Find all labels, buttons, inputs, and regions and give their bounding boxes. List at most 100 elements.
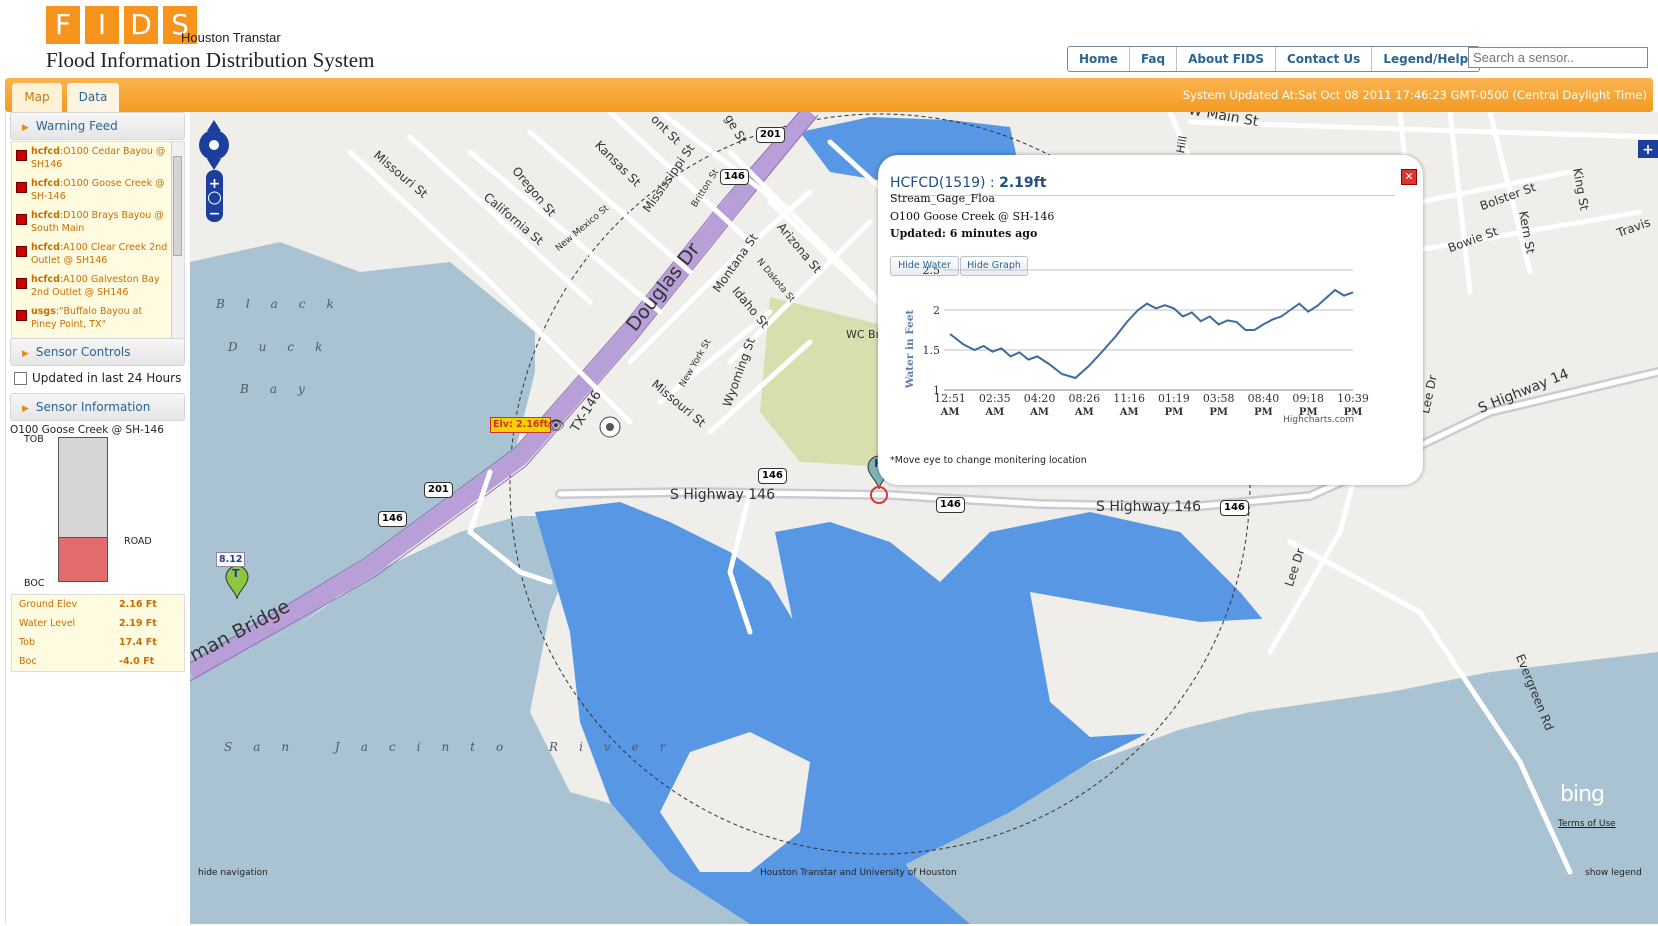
marker-t-value: 8.12	[216, 552, 246, 567]
chart-x-tick-period: PM	[1209, 407, 1228, 418]
warning-item[interactable]: usgs:"Buffalo Bayou at Piney Point, TX"	[12, 302, 184, 334]
route-shield-146: 146	[378, 511, 407, 527]
show-legend-link[interactable]: show legend	[1585, 868, 1642, 878]
nav-home-link[interactable]: Home	[1068, 47, 1130, 71]
chart-y-tick-label: 2	[933, 304, 940, 317]
tab-data[interactable]: Data	[67, 83, 119, 112]
sensor-info-row: Ground Elev 2.16 Ft	[12, 595, 184, 614]
warning-item[interactable]: hcfcd:D100 Brays Bayou @ South Main	[12, 206, 184, 238]
warning-text: hcfcd:A100 Galveston Bay 2nd Outlet @ SH…	[31, 273, 170, 299]
search-input[interactable]	[1468, 47, 1648, 68]
chart-x-tick-label: 04:20	[1024, 392, 1056, 405]
chart-y-axis-label: Water in Feet	[904, 309, 916, 389]
logo-letter-i: I	[85, 6, 119, 44]
warning-text: hcfcd:O100 Goose Creek @ SH-146	[31, 177, 170, 203]
warning-text: usgs:"Buffalo Bayou at Piney Point, TX"	[31, 305, 170, 331]
logo-letter-f: F	[46, 6, 80, 44]
warning-scrollbar[interactable]	[171, 142, 184, 340]
water-level-chart: 2.521.5112:51AM02:35AM04:20AM08:26AM11:1…	[904, 267, 1369, 425]
updated-24h-row[interactable]: Updated in last 24 Hours	[14, 371, 181, 385]
bing-logo: bing	[1560, 782, 1605, 807]
svg-text:−: −	[209, 206, 221, 222]
warning-feed-header[interactable]: ▶ Warning Feed	[10, 112, 185, 140]
warning-feed-label: Warning Feed	[35, 119, 118, 133]
nav-legend-link[interactable]: Legend/Help	[1372, 47, 1479, 71]
chart-x-tick-period: AM	[984, 407, 1004, 418]
updated-24h-checkbox[interactable]	[14, 371, 27, 385]
chart-y-tick-label: 1.5	[923, 344, 941, 357]
gauge-road-label: ROAD	[124, 536, 152, 547]
map-label-wc: WC Br	[846, 328, 881, 341]
highcharts-credit: Highcharts.com	[1283, 415, 1354, 425]
route-shield-146: 146	[936, 497, 965, 513]
chart-x-tick-label: 09:18	[1292, 392, 1324, 405]
chart-x-tick-label: 02:35	[979, 392, 1011, 405]
chart-x-tick-label: 11:16	[1113, 392, 1145, 405]
warning-list: hcfcd:O100 Cedar Bayou @ SH146 hcfcd:O100…	[11, 141, 185, 341]
eye-icon[interactable]: 👁	[547, 418, 565, 434]
map-label-bay: Bay	[240, 382, 326, 396]
map-label-duck: Duck	[228, 340, 344, 354]
elevation-label: Elv: 2.16ft	[490, 417, 552, 433]
chart-ticks: 2.521.5112:51AM02:35AM04:20AM08:26AM11:1…	[923, 267, 1369, 418]
popup-footnote: *Move eye to change monitering location	[890, 455, 1087, 466]
warning-text: hcfcd:O100 Cedar Bayou @ SH146	[31, 145, 170, 171]
alert-flag-icon	[16, 246, 27, 257]
warning-source: usgs	[31, 306, 56, 317]
warning-source: hcfcd	[31, 274, 60, 285]
route-shield-146: 146	[720, 169, 749, 185]
system-status: System Updated At:Sat Oct 08 2011 17:46:…	[1182, 88, 1647, 102]
terms-of-use-link[interactable]: Terms of Use	[1558, 819, 1616, 829]
sensor-info-value: 17.4 Ft	[119, 637, 157, 648]
chart-x-tick-period: PM	[1165, 407, 1184, 418]
chart-x-tick-period: AM	[940, 407, 960, 418]
popup-site-name: O100 Goose Creek @ SH-146	[890, 210, 1055, 223]
map-footer-credit: Houston Transtar and University of Houst…	[760, 868, 957, 878]
sensor-info-label: Ground Elev	[19, 599, 78, 610]
chart-x-tick-period: AM	[1074, 407, 1094, 418]
gauge-boc-label: BOC	[24, 578, 45, 589]
sensor-information-header[interactable]: ▶ Sensor Information	[10, 393, 185, 421]
warning-item[interactable]: hcfcd:O100 Goose Creek @ SH-146	[12, 174, 184, 206]
chevron-right-icon: ▶	[22, 349, 29, 359]
marker-t-icon[interactable]: T	[232, 567, 240, 580]
sensor-info-table: Ground Elev 2.16 Ft Water Level 2.19 Ft Tob 1…	[11, 594, 185, 672]
nav-faq-link[interactable]: Faq	[1130, 47, 1178, 71]
map-label-highway-mid: S Highway 146	[670, 487, 775, 503]
tab-map[interactable]: Map	[12, 83, 62, 112]
nav-contact-link[interactable]: Contact Us	[1276, 47, 1373, 71]
sensor-info-label: Water Level	[19, 618, 76, 629]
scrollbar-thumb[interactable]	[173, 156, 182, 256]
route-shield-146: 146	[1220, 500, 1249, 516]
warning-item[interactable]: hcfcd:A100 Galveston Bay 2nd Outlet @ SH…	[12, 270, 184, 302]
gauge-water-fill	[59, 537, 107, 581]
route-shield-146: 146	[758, 468, 787, 484]
sensor-info-row: Water Level 2.19 Ft	[12, 614, 184, 633]
logo-letter-d: D	[124, 6, 158, 44]
chart-x-tick-label: 12:51	[934, 392, 966, 405]
chart-x-tick-period: AM	[1029, 407, 1049, 418]
sensor-info-label: Boc	[19, 656, 37, 667]
sidebar: ▶ Warning Feed hcfcd:O100 Cedar Bayou @ S…	[5, 112, 191, 924]
popup-sensor-id: HCFCD(1519) :	[890, 175, 1000, 191]
sensor-info-row: Tob 17.4 Ft	[12, 633, 184, 652]
chart-x-tick-label: 01:19	[1158, 392, 1190, 405]
warning-source: hcfcd	[31, 210, 60, 221]
popup-updated: Updated: 6 minutes ago	[890, 227, 1038, 240]
warning-item[interactable]: hcfcd:O100 Cedar Bayou @ SH146	[12, 142, 184, 174]
sensor-controls-label: Sensor Controls	[35, 345, 131, 359]
toolbar: Map Data System Updated At:Sat Oct 08 20…	[5, 78, 1653, 112]
map-label-river: San Jacinto River	[224, 740, 687, 754]
close-icon[interactable]: ✕	[1401, 169, 1417, 185]
sensor-popup: ✕ HCFCD(1519) : 2.19ft Stream_Gage_Floa …	[878, 155, 1423, 485]
sensor-info-row: Boc -4.0 Ft	[12, 652, 184, 671]
hide-navigation-link[interactable]: hide navigation	[198, 868, 268, 878]
sensor-controls-header[interactable]: ▶ Sensor Controls	[10, 338, 185, 366]
alert-flag-icon	[16, 310, 27, 321]
map-label-highway-right: S Highway 146	[1096, 499, 1201, 515]
nav-about-link[interactable]: About FIDS	[1177, 47, 1276, 71]
warning-item[interactable]: hcfcd:A100 Clear Creek 2nd Outlet @ SH14…	[12, 238, 184, 270]
water-level-series-line	[949, 288, 1354, 380]
water-level-gauge	[58, 437, 108, 582]
alert-flag-icon	[16, 214, 27, 225]
